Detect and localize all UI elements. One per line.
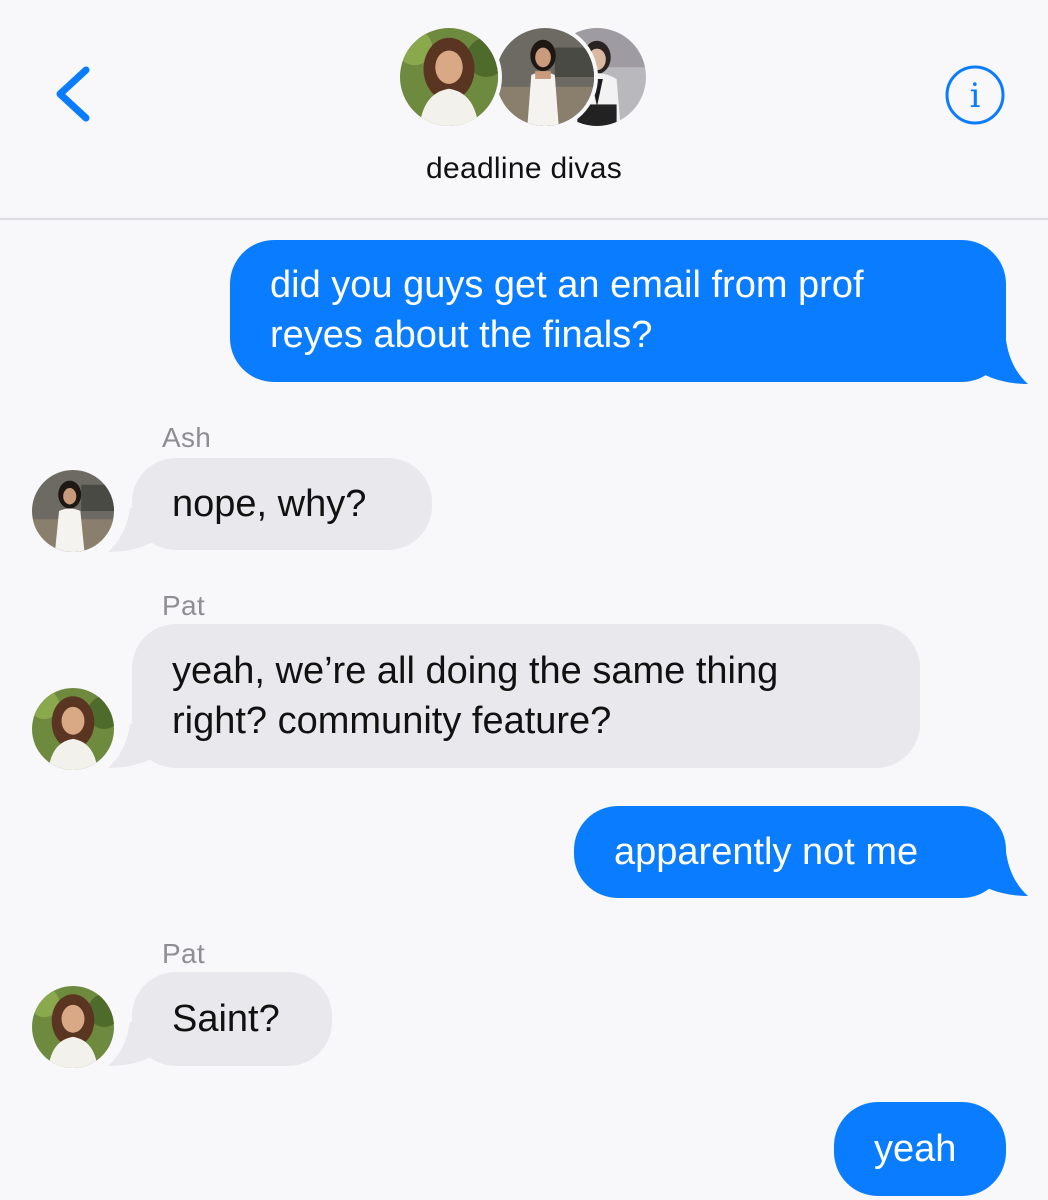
avatar-ash [492, 24, 598, 130]
message-bubble-incoming[interactable]: Saint? [132, 972, 332, 1066]
message-text: nope, why? [172, 483, 367, 525]
sender-name: Ash [162, 422, 212, 453]
chat-screen: deadline divas i did you guys get an ema… [0, 0, 1048, 1200]
sender-name: Pat [162, 590, 205, 621]
avatar-ash[interactable] [32, 470, 114, 552]
group-name[interactable]: deadline divas [0, 152, 1048, 186]
message-text: Saint? [172, 998, 280, 1040]
message-text: did you guys get an email from prof [270, 264, 864, 306]
message-bubble-outgoing[interactable]: did you guys get an email from prof reye… [230, 240, 1006, 382]
back-button[interactable] [48, 62, 96, 126]
bubble-tail [976, 340, 1028, 384]
info-button[interactable]: i [944, 64, 1006, 126]
message-text: reyes about the finals? [270, 314, 653, 356]
chevron-left-icon [56, 66, 90, 122]
message-bubble-outgoing[interactable]: yeah [834, 1102, 1006, 1196]
avatar-pat [396, 24, 502, 130]
message-text: right? community feature? [172, 700, 612, 742]
message-text: yeah, we’re all doing the same thing [172, 650, 779, 692]
sender-name: Pat [162, 938, 205, 969]
chat-header: deadline divas i [0, 0, 1048, 220]
group-avatars[interactable] [396, 24, 656, 132]
message-bubble-incoming[interactable]: yeah, we’re all doing the same thing rig… [132, 624, 920, 768]
info-circle-icon: i [945, 65, 1005, 125]
bubble-tail [976, 852, 1028, 896]
svg-text:i: i [970, 76, 981, 116]
avatar-pat[interactable] [32, 986, 114, 1068]
message-bubble-incoming[interactable]: nope, why? [132, 458, 432, 550]
message-text: yeah [874, 1128, 957, 1170]
message-text: apparently not me [614, 831, 919, 873]
avatar-pat[interactable] [32, 688, 114, 770]
message-bubble-outgoing[interactable]: apparently not me [574, 806, 1006, 898]
